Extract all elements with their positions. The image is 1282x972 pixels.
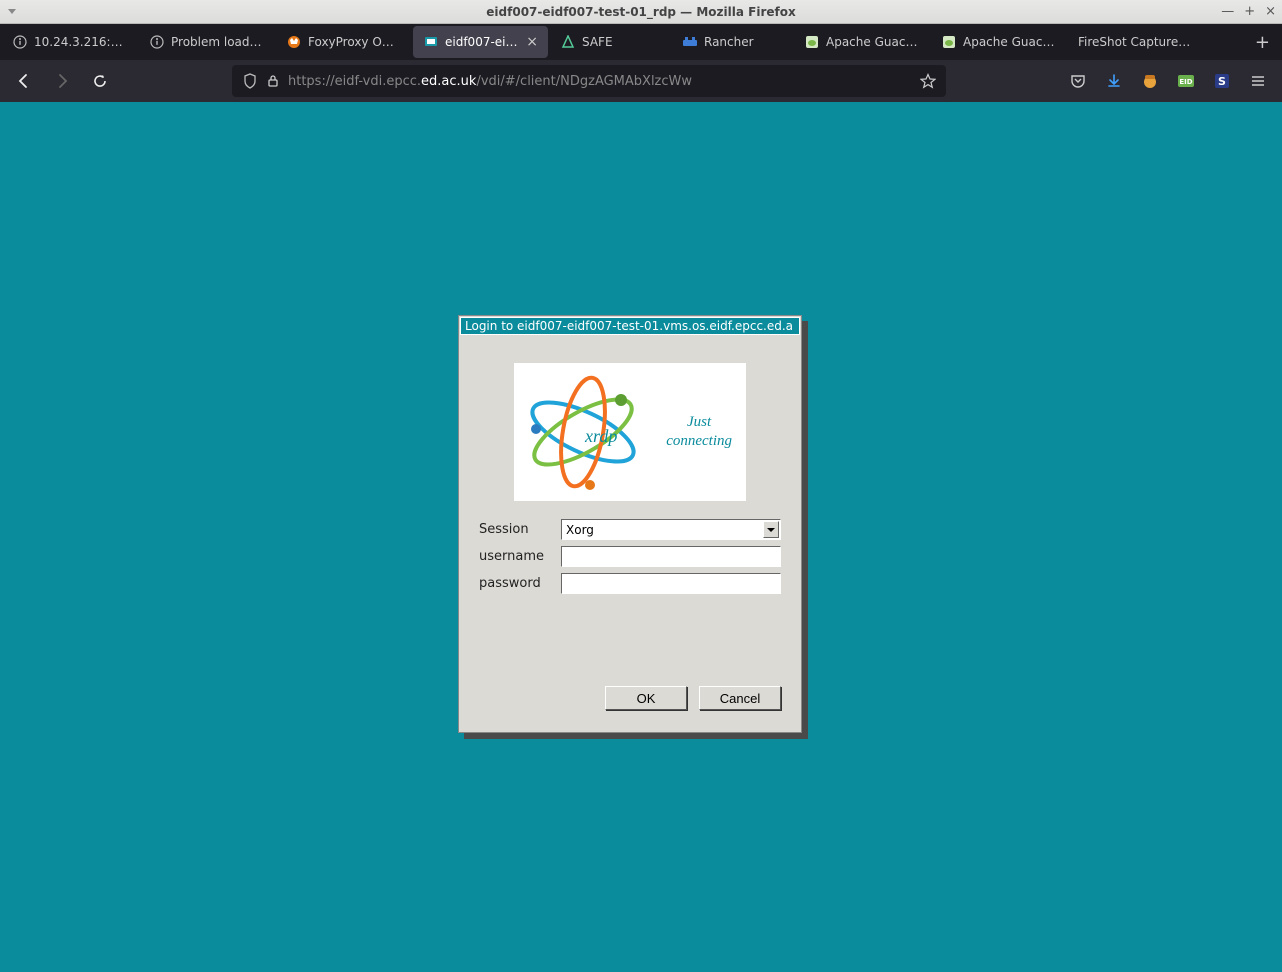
xrdp-dialog-title: Login to eidf007-eidf007-test-01.vms.os.… xyxy=(460,317,800,335)
guacamole-icon xyxy=(804,34,820,50)
url-bar[interactable]: https://eidf-vdi.epcc.ed.ac.uk/vdi/#/cli… xyxy=(232,65,946,97)
foxyproxy-icon xyxy=(286,34,302,50)
tab-label: Problem loading xyxy=(171,35,264,49)
remote-desktop-viewport[interactable]: Login to eidf007-eidf007-test-01.vms.os.… xyxy=(0,102,1282,972)
ok-button[interactable]: OK xyxy=(605,686,687,710)
nav-toolbar: https://eidf-vdi.epcc.ed.ac.uk/vdi/#/cli… xyxy=(0,60,1282,102)
tab-5[interactable]: Rancher xyxy=(672,26,792,58)
tab-label: Apache Guacamo xyxy=(826,35,919,49)
info-icon xyxy=(12,34,28,50)
rancher-icon xyxy=(682,34,698,50)
bookmark-star-icon[interactable] xyxy=(920,73,936,89)
info-icon xyxy=(149,34,165,50)
downloads-icon[interactable] xyxy=(1098,65,1130,97)
svg-text:xrdp: xrdp xyxy=(584,426,617,446)
tab-label: SAFE xyxy=(582,35,660,49)
tab-label: FoxyProxy Option xyxy=(308,35,401,49)
cancel-button[interactable]: Cancel xyxy=(699,686,781,710)
tab-6[interactable]: Apache Guacamo xyxy=(794,26,929,58)
dropdown-arrow-icon xyxy=(763,521,779,538)
maximize-button[interactable]: + xyxy=(1244,4,1255,19)
shield-icon[interactable] xyxy=(242,73,258,89)
close-tab-icon[interactable]: × xyxy=(526,34,538,50)
session-select[interactable]: Xorg xyxy=(561,519,781,540)
extension-icon-3[interactable]: S xyxy=(1206,65,1238,97)
extension-icon-1[interactable] xyxy=(1134,65,1166,97)
xrdp-login-form: Session Xorg username password xyxy=(479,519,781,594)
hamburger-menu-icon[interactable] xyxy=(1242,65,1274,97)
tab-label: Rancher xyxy=(704,35,782,49)
tab-strip: 10.24.3.216:4440 Problem loading FoxyPro… xyxy=(0,24,1282,60)
username-input[interactable] xyxy=(561,546,781,567)
username-label: username xyxy=(479,549,551,564)
xrdp-logo: xrdp Just connecting xyxy=(514,363,746,501)
tab-label: FireShot Capture 010 xyxy=(1078,35,1193,49)
session-label: Session xyxy=(479,522,551,537)
back-button[interactable] xyxy=(8,65,40,97)
safe-icon xyxy=(560,34,576,50)
tab-0[interactable]: 10.24.3.216:4440 xyxy=(2,26,137,58)
new-tab-button[interactable]: + xyxy=(1243,32,1282,53)
xrdp-tagline: Just connecting xyxy=(666,413,732,452)
password-label: password xyxy=(479,576,551,591)
tab-2[interactable]: FoxyProxy Option xyxy=(276,26,411,58)
svg-text:S: S xyxy=(1218,75,1226,88)
close-window-button[interactable]: × xyxy=(1265,4,1276,19)
svg-text:EID: EID xyxy=(1179,78,1192,86)
tab-3[interactable]: eidf007-eidf007 × xyxy=(413,26,548,58)
tab-7[interactable]: Apache Guacamo xyxy=(931,26,1066,58)
window-menu-dropdown[interactable] xyxy=(8,9,16,14)
pocket-icon[interactable] xyxy=(1062,65,1094,97)
window-title: eidf007-eidf007-test-01_rdp — Mozilla Fi… xyxy=(486,5,795,19)
password-input[interactable] xyxy=(561,573,781,594)
tab-4[interactable]: SAFE xyxy=(550,26,670,58)
url-text: https://eidf-vdi.epcc.ed.ac.uk/vdi/#/cli… xyxy=(288,74,912,89)
session-value: Xorg xyxy=(566,523,594,537)
tab-label: eidf007-eidf007 xyxy=(445,35,520,49)
extension-icon-2[interactable]: EID xyxy=(1170,65,1202,97)
forward-button[interactable] xyxy=(46,65,78,97)
tab-label: Apache Guacamo xyxy=(963,35,1056,49)
minimize-button[interactable]: — xyxy=(1221,4,1234,19)
desktop-titlebar: eidf007-eidf007-test-01_rdp — Mozilla Fi… xyxy=(0,0,1282,24)
tab-label: 10.24.3.216:4440 xyxy=(34,35,127,49)
lock-icon[interactable] xyxy=(266,74,280,88)
xrdp-login-dialog: Login to eidf007-eidf007-test-01.vms.os.… xyxy=(458,315,802,733)
vm-icon xyxy=(423,34,439,50)
tab-1[interactable]: Problem loading xyxy=(139,26,274,58)
reload-button[interactable] xyxy=(84,65,116,97)
tab-8[interactable]: FireShot Capture 010 xyxy=(1068,26,1203,58)
browser-window: 10.24.3.216:4440 Problem loading FoxyPro… xyxy=(0,24,1282,972)
guacamole-icon xyxy=(941,34,957,50)
